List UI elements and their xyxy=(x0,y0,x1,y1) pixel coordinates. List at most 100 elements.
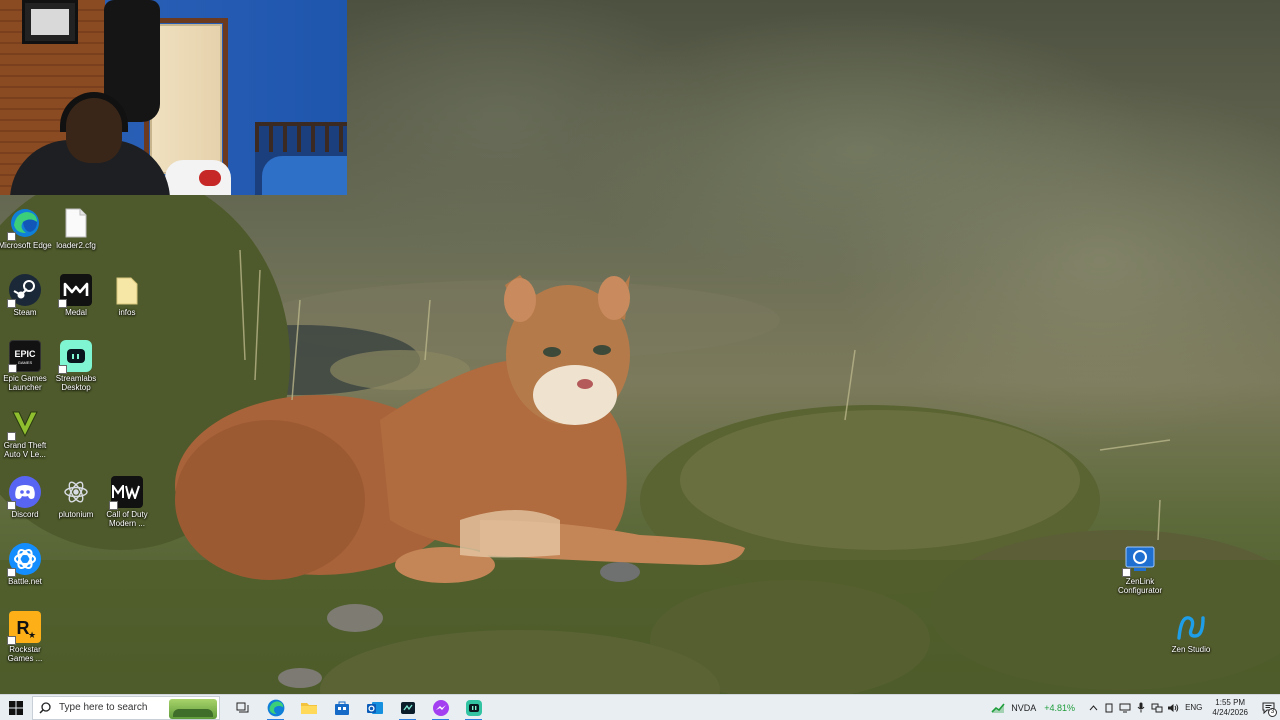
task-view-button[interactable] xyxy=(226,695,259,720)
chevron-up-icon xyxy=(1089,704,1097,710)
device-icon xyxy=(1105,703,1113,712)
media-icon xyxy=(400,701,415,714)
taskbar-messenger-button[interactable] xyxy=(424,695,457,720)
medal-icon xyxy=(58,274,92,308)
file-icon xyxy=(60,207,92,239)
desktop-icon-microsoft-edge[interactable]: Microsoft Edge xyxy=(0,207,52,250)
desktop-icon-label: ZenLink Configurator xyxy=(1117,577,1163,595)
webcam-clothes xyxy=(165,160,231,195)
webcam-picture-frame xyxy=(22,0,78,44)
webcam-door xyxy=(150,24,222,174)
taskbar-edge-button[interactable] xyxy=(259,695,292,720)
desktop-icon-streamlabs-desktop[interactable]: Streamlabs Desktop xyxy=(51,340,101,392)
zenlink-icon xyxy=(1122,543,1156,577)
desktop-icon-label: infos xyxy=(118,308,136,317)
zen-studio-icon xyxy=(1175,611,1207,643)
language-indicator[interactable]: ENG xyxy=(1185,703,1202,712)
desktop-icon-label: Medal xyxy=(65,308,87,317)
start-button[interactable] xyxy=(0,695,32,720)
steam-icon xyxy=(7,274,41,308)
desktop-icon-steam[interactable]: Steam xyxy=(0,274,50,317)
desktop-icon-label: Call of Duty Modern ... xyxy=(106,510,148,528)
desktop-icon-zen-studio[interactable]: Zen Studio xyxy=(1166,611,1216,654)
taskbar-search-box[interactable]: Type here to search xyxy=(32,695,220,720)
svg-text:EPIC: EPIC xyxy=(14,349,36,359)
desktop-icon-grand-theft-auto[interactable]: Grand Theft Auto V Le... xyxy=(0,407,50,459)
desktop-icon-label: Battle.net xyxy=(8,577,42,586)
desktop-icon-label: Zen Studio xyxy=(1171,645,1211,654)
edge-icon xyxy=(7,207,41,241)
search-icon xyxy=(39,701,51,714)
desktop-icon-label: Discord xyxy=(11,510,39,519)
mw-icon xyxy=(109,476,143,510)
outlook-icon xyxy=(366,701,383,714)
task-view-icon xyxy=(236,702,248,712)
desktop-icon-medal[interactable]: Medal xyxy=(51,274,101,317)
desktop-icon-label: Epic Games Launcher xyxy=(3,374,47,392)
stock-change: +4.81% xyxy=(1044,702,1076,713)
search-highlight-image xyxy=(169,698,217,719)
tray-microphone-button[interactable] xyxy=(1133,695,1149,720)
desktop-icon-rockstar-games[interactable]: R ★ Rockstar Games ... xyxy=(0,611,50,663)
taskbar-clock[interactable]: 1:55 PM 4/24/2026 xyxy=(1212,698,1248,718)
folder-icon xyxy=(111,274,143,306)
taskbar: Type here to search NVDA +4.81% ENG 1:55… xyxy=(0,694,1280,720)
messenger-icon xyxy=(432,699,449,716)
edge-icon xyxy=(267,699,284,716)
taskbar-outlook-button[interactable] xyxy=(358,695,391,720)
windows-logo-icon xyxy=(9,700,23,715)
notification-center-button[interactable]: 3 xyxy=(1256,695,1280,720)
microphone-icon xyxy=(1137,702,1145,713)
tray-display-button[interactable] xyxy=(1117,695,1133,720)
stock-trend-up-icon xyxy=(991,702,1005,713)
battle-net-icon xyxy=(7,543,41,577)
atom-icon xyxy=(60,476,92,508)
store-icon xyxy=(334,701,349,715)
search-placeholder: Type here to search xyxy=(59,702,148,713)
desktop-icon-label: loader2.cfg xyxy=(56,241,96,250)
desktop-icon-zenlink-configurator[interactable]: ZenLink Configurator xyxy=(1115,543,1165,595)
tray-device-button[interactable] xyxy=(1101,695,1117,720)
clock-time: 1:55 PM xyxy=(1215,697,1246,707)
volume-icon xyxy=(1168,703,1179,712)
webcam-blanket xyxy=(262,156,347,195)
desktop-icon-loader2-cfg[interactable]: loader2.cfg xyxy=(51,207,101,250)
desktop-icon-label: Rockstar Games ... xyxy=(7,645,43,663)
display-icon xyxy=(1119,703,1131,712)
streamlabs-icon xyxy=(58,340,92,374)
file-explorer-icon xyxy=(300,702,317,714)
desktop-icon-label: Steam xyxy=(13,308,37,317)
discord-icon xyxy=(7,476,41,510)
desktop-icon-call-of-duty[interactable]: Call of Duty Modern ... xyxy=(102,476,152,528)
webcam-bed-rail xyxy=(255,122,347,152)
webcam-overlay xyxy=(0,0,347,195)
desktop-icon-epic-games-launcher[interactable]: EPIC GAMES Epic Games Launcher xyxy=(0,340,50,392)
taskbar-file-explorer-button[interactable] xyxy=(292,695,325,720)
desktop-icon-label: plutonium xyxy=(58,510,94,519)
stock-symbol: NVDA xyxy=(1011,702,1037,713)
desktop-icon-label: Microsoft Edge xyxy=(0,241,52,250)
tray-network-button[interactable] xyxy=(1149,695,1165,720)
taskbar-store-button[interactable] xyxy=(325,695,358,720)
taskbar-media-button[interactable] xyxy=(391,695,424,720)
rockstar-icon: R ★ xyxy=(7,611,41,645)
svg-text:★: ★ xyxy=(28,630,36,640)
gta-v-icon xyxy=(7,407,41,441)
desktop-icon-discord[interactable]: Discord xyxy=(0,476,50,519)
show-hidden-icons-button[interactable] xyxy=(1085,695,1101,720)
system-tray: NVDA +4.81% ENG 1:55 PM 4/24/2026 3 xyxy=(991,695,1280,720)
svg-text:GAMES: GAMES xyxy=(18,360,33,365)
notification-count-badge: 3 xyxy=(1268,707,1277,717)
stock-widget[interactable]: NVDA +4.81% xyxy=(991,703,1075,713)
tray-volume-button[interactable] xyxy=(1165,695,1181,720)
epic-games-icon: EPIC GAMES xyxy=(8,340,41,373)
desktop-icon-battle-net[interactable]: Battle.net xyxy=(0,543,50,586)
desktop-icon-label: Grand Theft Auto V Le... xyxy=(3,441,47,459)
taskbar-streamlabs-button[interactable] xyxy=(457,695,490,720)
desktop-icon-label: Streamlabs Desktop xyxy=(55,374,97,392)
desktop-icon-plutonium[interactable]: plutonium xyxy=(51,476,101,519)
streamlabs-icon xyxy=(465,699,482,716)
network-icon xyxy=(1151,703,1163,712)
desktop-icon-infos[interactable]: infos xyxy=(102,274,152,317)
clock-date: 4/24/2026 xyxy=(1212,707,1248,717)
